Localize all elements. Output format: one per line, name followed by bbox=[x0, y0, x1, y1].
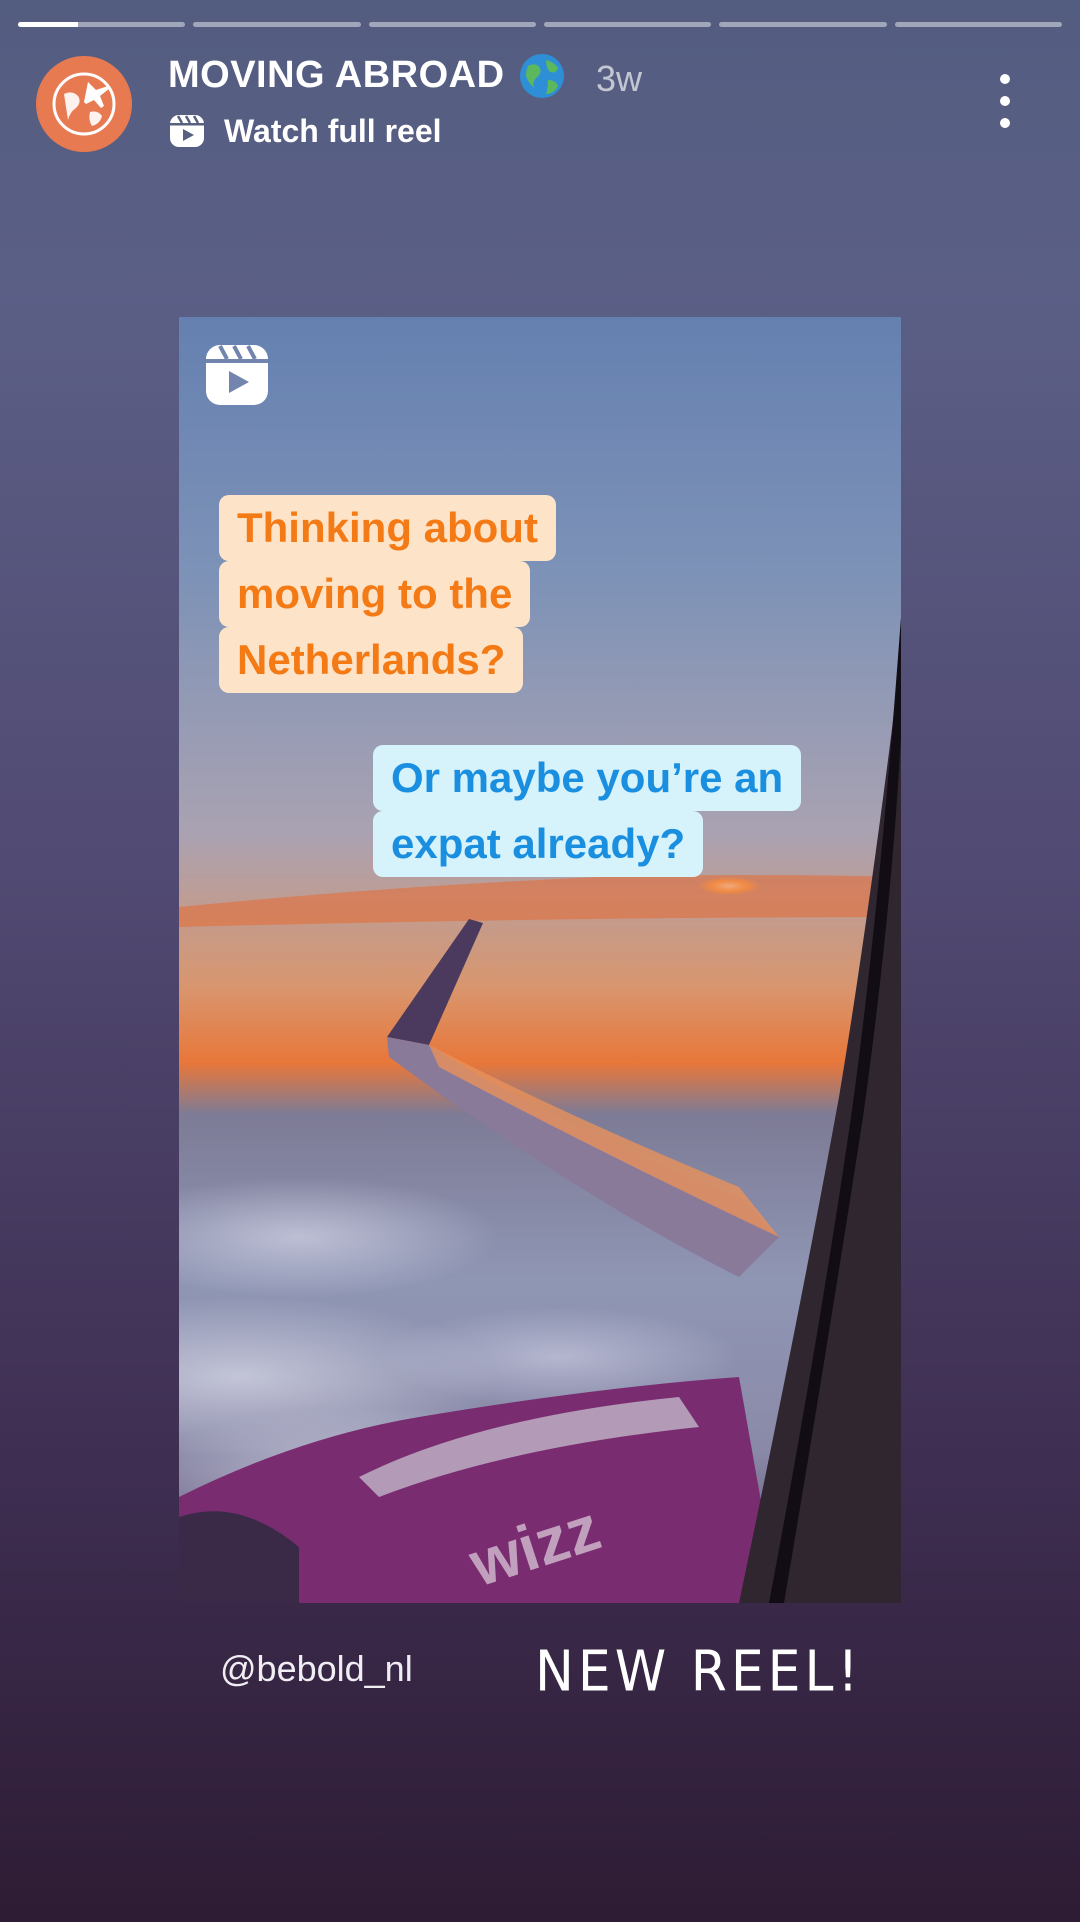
watch-full-reel-link[interactable]: Watch full reel bbox=[168, 112, 442, 150]
caption-thinking-about: Thinking about moving to the Netherlands… bbox=[219, 495, 556, 693]
progress-segment bbox=[18, 22, 186, 27]
story-progress-bar bbox=[18, 22, 1062, 27]
post-age: 3w bbox=[596, 58, 643, 99]
reel-preview[interactable]: wizz Thinking about moving to the Nether… bbox=[179, 317, 901, 1603]
caption-line: Or maybe you’re an bbox=[373, 745, 802, 811]
globe-emoji-icon bbox=[520, 54, 564, 98]
progress-segment bbox=[368, 22, 536, 27]
caption-maybe-expat: Or maybe you’re an expat already? bbox=[373, 745, 802, 877]
progress-segment bbox=[543, 22, 712, 27]
new-reel-text: NEW REEL! bbox=[535, 1639, 863, 1705]
reels-icon bbox=[170, 115, 204, 147]
progress-fill bbox=[18, 22, 79, 27]
account-avatar[interactable] bbox=[36, 56, 132, 152]
progress-segment bbox=[894, 22, 1062, 27]
mention-sticker[interactable]: @bebold_nl bbox=[220, 1648, 413, 1690]
caption-line: moving to the bbox=[219, 561, 531, 627]
reels-overlay-icon bbox=[206, 345, 268, 405]
account-username[interactable]: MOVING ABROAD bbox=[168, 54, 505, 97]
caption-line: Netherlands? bbox=[219, 627, 524, 693]
more-dot bbox=[1000, 118, 1010, 128]
more-vertical-icon bbox=[1000, 74, 1010, 84]
caption-line: Thinking about bbox=[219, 495, 556, 561]
progress-segment bbox=[193, 22, 361, 27]
more-options-button[interactable] bbox=[990, 74, 1020, 128]
more-dot bbox=[1000, 96, 1010, 106]
watch-full-reel-label: Watch full reel bbox=[224, 112, 442, 149]
plane-globe-icon bbox=[52, 72, 116, 136]
caption-line: expat already? bbox=[373, 811, 704, 877]
progress-segment bbox=[719, 22, 887, 27]
